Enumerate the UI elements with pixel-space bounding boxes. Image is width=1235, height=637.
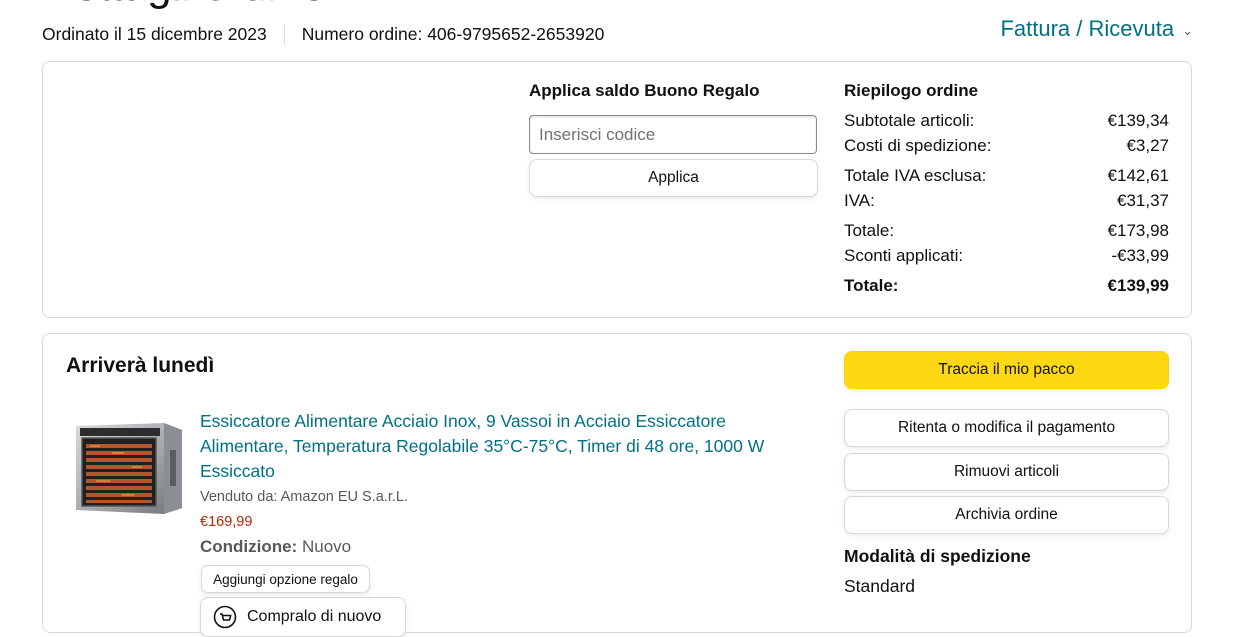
summary-label: Subtotale articoli: xyxy=(844,111,975,130)
buy-again-label: Compralo di nuovo xyxy=(247,608,382,625)
track-package-button[interactable]: Traccia il mio pacco xyxy=(844,351,1169,389)
summary-label: Totale: xyxy=(844,276,899,295)
arrival-heading: Arriverà lunedì xyxy=(66,354,215,377)
invoice-link[interactable]: Fattura / Ricevuta xyxy=(1000,16,1174,42)
summary-row-subtotal: Subtotale articoli: €139,34 xyxy=(844,111,1169,131)
order-summary-title: Riepilogo ordine xyxy=(844,81,979,100)
buy-again-button[interactable]: Compralo di nuovo xyxy=(200,597,406,637)
summary-value: €142,61 xyxy=(1107,166,1169,185)
summary-row-total-excl-vat: Totale IVA esclusa: €142,61 xyxy=(844,166,1169,186)
order-meta: Ordinato il 15 dicembre 2023 Numero ordi… xyxy=(42,22,604,46)
buy-again-icon xyxy=(213,605,237,629)
product-image[interactable] xyxy=(72,420,184,516)
order-number: Numero ordine: 406-9795652-2653920 xyxy=(301,23,605,44)
summary-value: €31,37 xyxy=(1117,191,1169,210)
summary-value: €139,34 xyxy=(1107,111,1169,130)
summary-value: €139,99 xyxy=(1107,276,1169,295)
condition-value: Nuovo xyxy=(302,537,352,556)
summary-row-grand-total: Totale: €139,99 xyxy=(844,276,1169,296)
summary-label: Sconti applicati: xyxy=(844,246,964,265)
summary-row-total: Totale: €173,98 xyxy=(844,221,1169,241)
shipping-method-title: Modalità di spedizione xyxy=(844,546,1031,566)
page-title: Dettagli ordine xyxy=(42,0,326,8)
condition-label: Condizione: xyxy=(200,537,298,556)
gift-card-title: Applica saldo Buono Regalo xyxy=(529,81,760,100)
product-title-link[interactable]: Essiccatore Alimentare Acciaio Inox, 9 V… xyxy=(200,409,800,484)
invoice-dropdown[interactable]: Fattura / Ricevuta ⌄ xyxy=(1000,16,1193,42)
gift-card-code-input[interactable] xyxy=(529,115,817,154)
summary-row-discounts: Sconti applicati: -€33,99 xyxy=(844,246,1169,266)
product-condition: Condizione: Nuovo xyxy=(200,537,351,557)
summary-value: €3,27 xyxy=(1126,136,1169,155)
product-price: €169,99 xyxy=(200,514,253,530)
apply-gift-card-button[interactable]: Applica xyxy=(529,159,818,197)
retry-payment-button[interactable]: Ritenta o modifica il pagamento xyxy=(844,409,1169,447)
add-gift-option-button[interactable]: Aggiungi opzione regalo xyxy=(201,565,370,593)
order-date: Ordinato il 15 dicembre 2023 xyxy=(42,23,267,44)
remove-items-button[interactable]: Rimuovi articoli xyxy=(844,453,1169,491)
summary-value: -€33,99 xyxy=(1111,246,1169,265)
archive-order-button[interactable]: Archivia ordine xyxy=(844,496,1169,534)
summary-value: €173,98 xyxy=(1107,221,1169,240)
summary-label: Costi di spedizione: xyxy=(844,136,992,155)
summary-label: Totale IVA esclusa: xyxy=(844,166,987,185)
summary-row-shipping: Costi di spedizione: €3,27 xyxy=(844,136,1169,156)
summary-label: Totale: xyxy=(844,221,895,240)
chevron-down-icon: ⌄ xyxy=(1182,23,1193,38)
seller-info: Venduto da: Amazon EU S.a.r.L. xyxy=(200,489,408,505)
summary-label: IVA: xyxy=(844,191,875,210)
summary-row-vat: IVA: €31,37 xyxy=(844,191,1169,211)
divider xyxy=(283,24,285,44)
shipping-method-value: Standard xyxy=(844,576,916,596)
